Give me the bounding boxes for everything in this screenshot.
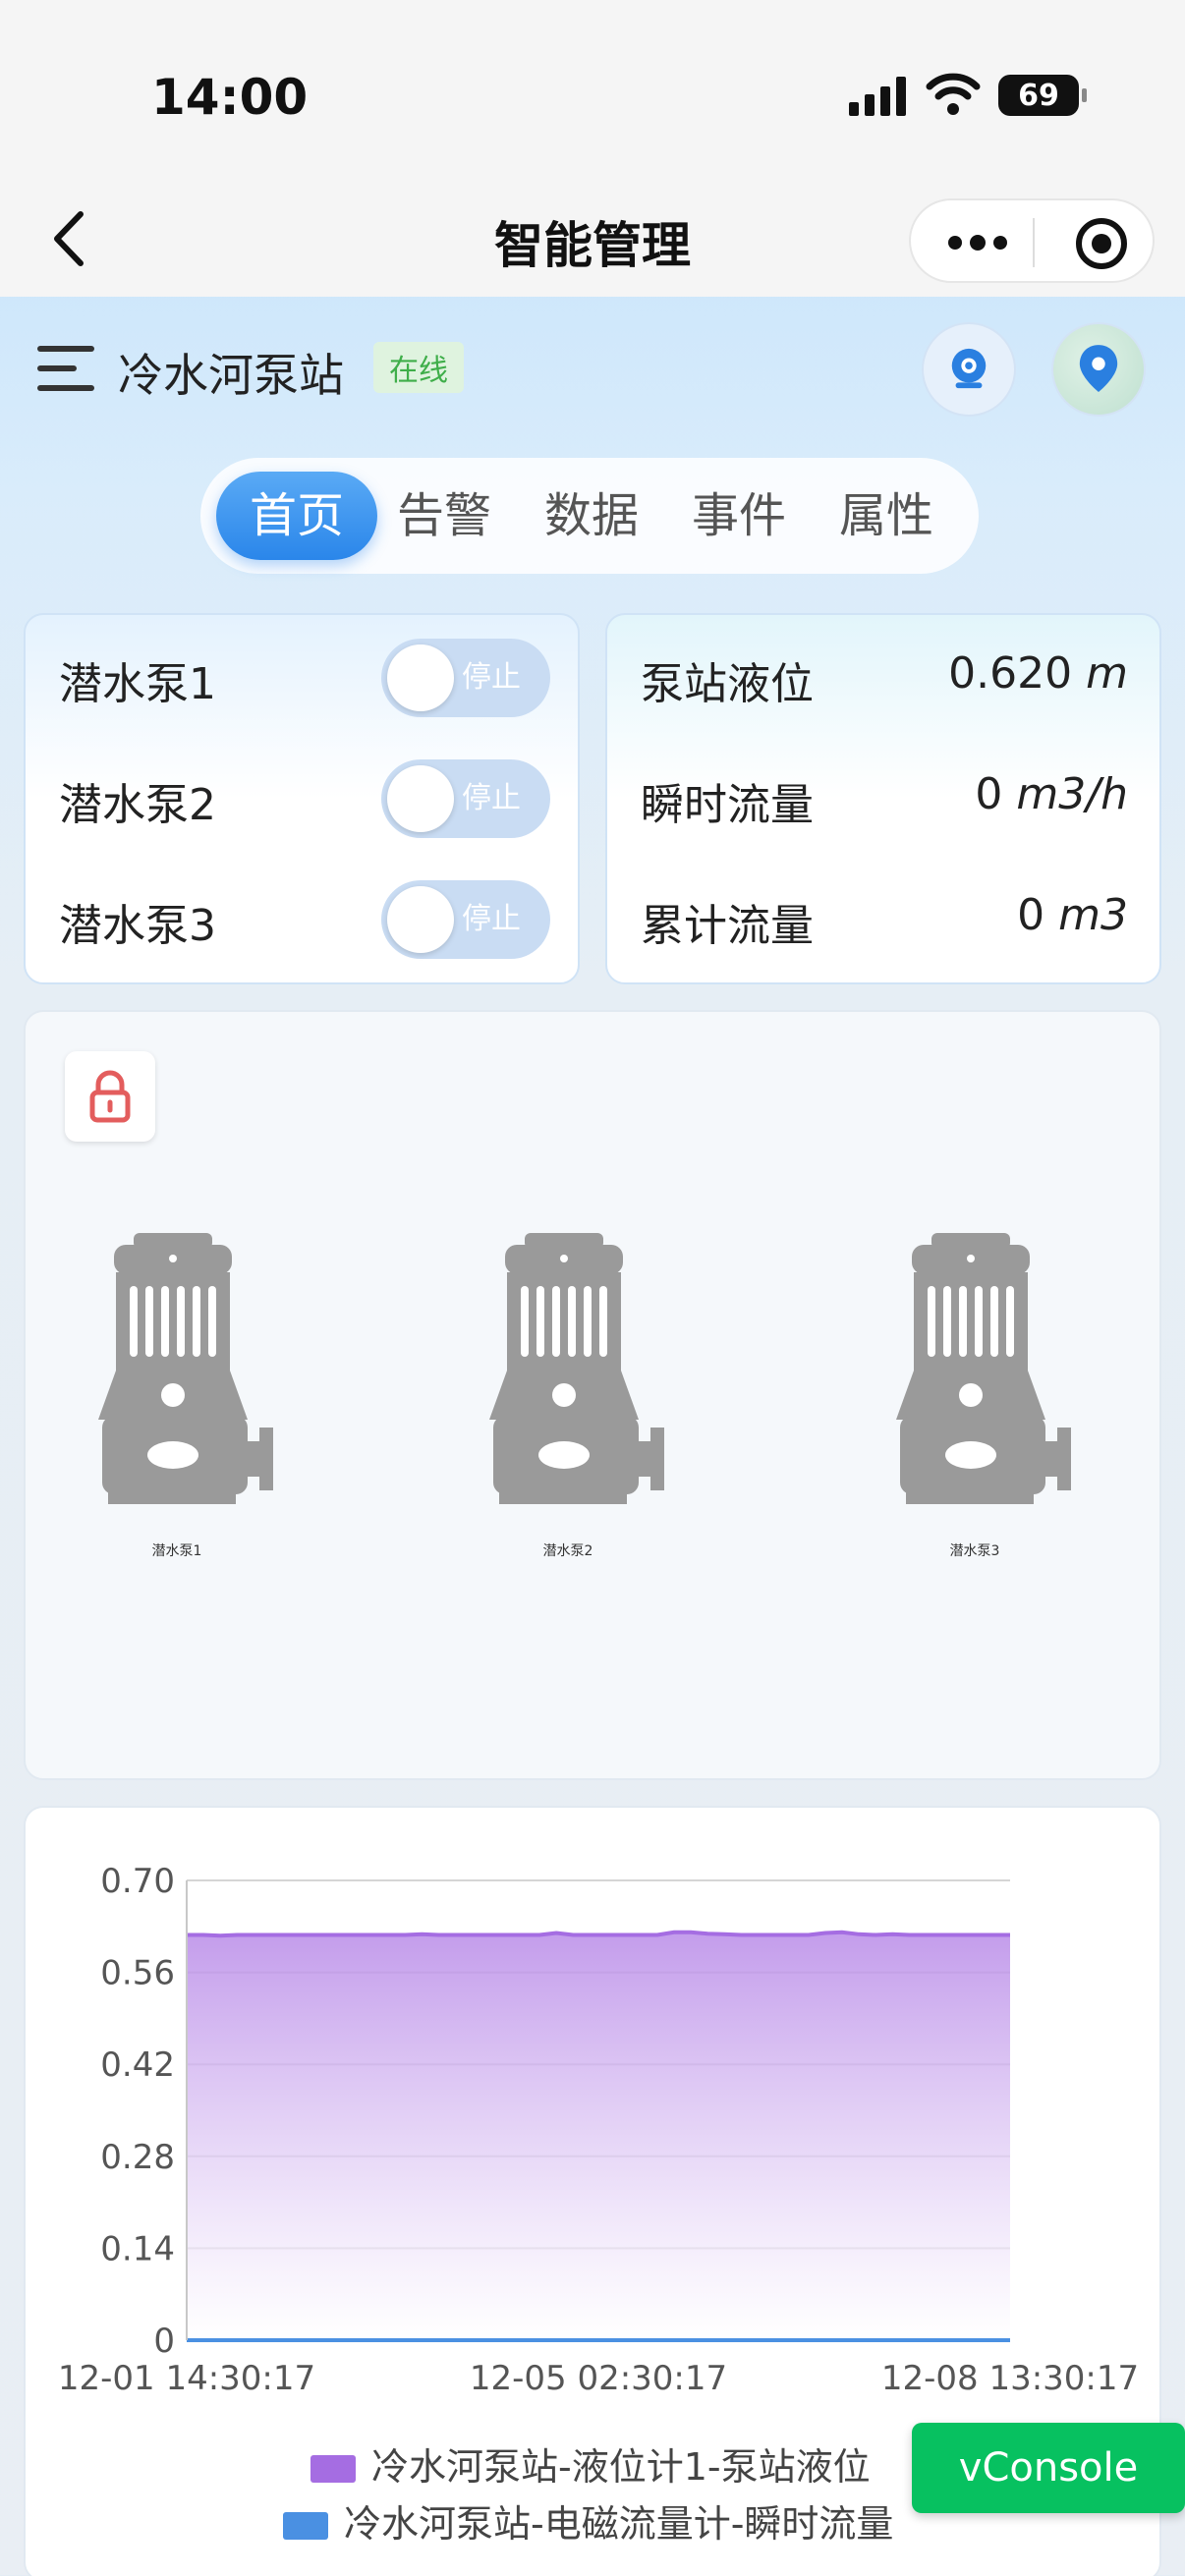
tab-alarm[interactable]: 告警: [364, 472, 525, 560]
vconsole-button[interactable]: vConsole: [912, 2423, 1185, 2513]
flow-label: 瞬时流量: [641, 780, 814, 830]
pump-2-name: 潜水泵2: [542, 1543, 593, 1559]
pump-1-state: 停止: [462, 660, 521, 695]
y-tick-label: 0: [153, 2322, 175, 2361]
toggle-knob: [387, 644, 454, 711]
station-name: 冷水河泵站: [118, 349, 344, 402]
nav-bar: 智能管理: [0, 187, 1185, 297]
legend-item-level[interactable]: 冷水河泵站-液位计1-泵站液位: [310, 2436, 871, 2491]
legend-swatch-flow: [283, 2512, 328, 2540]
menu-icon[interactable]: [37, 344, 94, 393]
status-time: 14:00: [151, 69, 309, 126]
pump-diagram-card: 潜水泵1 潜水泵2 潜水泵3: [24, 1010, 1161, 1780]
pump-2-state: 停止: [462, 781, 521, 815]
total-flow-label: 累计流量: [641, 901, 814, 951]
capsule-divider: [1033, 218, 1035, 267]
pump-2-icon[interactable]: [485, 1233, 682, 1528]
miniprogram-capsule: [909, 198, 1155, 283]
total-flow-value: 0 m3: [1017, 890, 1128, 940]
location-button[interactable]: [1051, 322, 1146, 417]
series-line-level: [187, 1930, 1010, 1938]
pump-2-label: 潜水泵2: [59, 780, 216, 830]
pump-1-icon[interactable]: [94, 1233, 291, 1528]
toggle-knob: [387, 886, 454, 953]
close-target-icon[interactable]: [1076, 218, 1127, 269]
legend-label-level: 冷水河泵站-液位计1-泵站液位: [371, 2445, 871, 2489]
pump-control-card: 潜水泵1 停止 潜水泵2 停止 潜水泵3 停止: [24, 613, 580, 984]
flow-unit: m3/h: [1016, 769, 1128, 819]
battery-icon: 69: [998, 75, 1087, 116]
pump-2-toggle[interactable]: 停止: [381, 759, 550, 838]
total-flow-number: 0: [1017, 890, 1045, 940]
total-flow-unit: m3: [1058, 890, 1128, 940]
pump-3-name: 潜水泵3: [949, 1543, 1000, 1559]
flow-value: 0 m3/h: [975, 769, 1128, 819]
toggle-knob: [387, 765, 454, 832]
y-tick-label: 0.42: [100, 2045, 175, 2085]
legend-item-flow[interactable]: 冷水河泵站-电磁流量计-瞬时流量: [283, 2493, 893, 2548]
y-tick-label: 0.70: [100, 1862, 175, 1901]
pump-1-toggle[interactable]: 停止: [381, 639, 550, 717]
location-pin-icon: [1079, 345, 1118, 392]
tab-properties[interactable]: 属性: [806, 472, 967, 560]
legend-swatch-level: [310, 2455, 356, 2483]
tab-home[interactable]: 首页: [216, 472, 377, 560]
pump-3-toggle[interactable]: 停止: [381, 880, 550, 959]
level-unit: m: [1086, 648, 1128, 699]
x-tick-label: 12-08 13:30:17: [881, 2359, 1139, 2398]
tab-data[interactable]: 数据: [511, 472, 672, 560]
status-badge: 在线: [373, 342, 464, 393]
level-label: 泵站液位: [641, 659, 814, 709]
x-tick-label: 12-05 02:30:17: [470, 2359, 727, 2398]
lock-button[interactable]: [65, 1051, 155, 1142]
battery-level: 69: [1018, 78, 1059, 113]
trend-chart: 0.70 0.56 0.42 0.28 0.14 012-01 14:30:17 12-05…: [58, 1862, 1139, 2398]
y-tick-label: 0.56: [100, 1954, 175, 1993]
pump-1-name: 潜水泵1: [151, 1543, 202, 1559]
wifi-icon: [926, 73, 981, 115]
level-value: 0.620 m: [948, 648, 1128, 699]
pump-3-icon[interactable]: [892, 1233, 1089, 1528]
cellular-signal-icon: [849, 77, 910, 116]
tab-bar: 首页 告警 数据 事件 属性: [200, 458, 979, 574]
measurement-card: 泵站液位 0.620 m 瞬时流量 0 m3/h 累计流量 0 m3: [605, 613, 1161, 984]
camera-icon: [951, 348, 987, 389]
y-tick-label: 0.28: [100, 2138, 175, 2177]
tab-events[interactable]: 事件: [658, 472, 819, 560]
level-number: 0.620: [948, 648, 1073, 699]
status-bar: 14:00 69: [0, 0, 1185, 187]
camera-button[interactable]: [922, 322, 1016, 417]
x-tick-label: 12-01 14:30:17: [58, 2359, 315, 2398]
series-area-level: [187, 1932, 1010, 2340]
more-icon[interactable]: [948, 235, 1007, 252]
pump-3-state: 停止: [462, 902, 521, 936]
y-tick-label: 0.14: [100, 2229, 175, 2268]
pump-3-label: 潜水泵3: [59, 901, 216, 951]
pump-1-label: 潜水泵1: [59, 659, 216, 709]
flow-number: 0: [975, 769, 1003, 819]
legend-label-flow: 冷水河泵站-电磁流量计-瞬时流量: [344, 2502, 894, 2546]
lock-icon: [89, 1070, 131, 1123]
